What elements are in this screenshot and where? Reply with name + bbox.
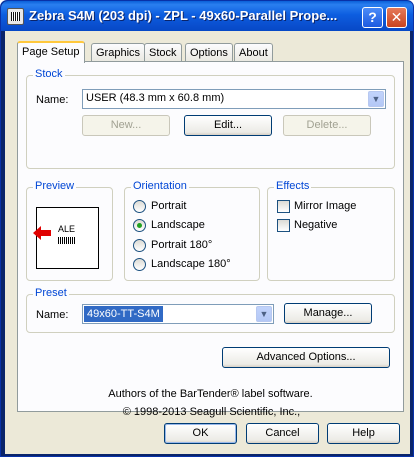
- orientation-group: Orientation Portrait Landscape Portrait …: [124, 180, 260, 281]
- orientation-group-title: Orientation: [131, 180, 189, 192]
- preview-group-title: Preview: [33, 180, 77, 192]
- tab-graphics[interactable]: Graphics: [91, 43, 146, 62]
- tab-page-setup[interactable]: Page Setup: [17, 41, 85, 63]
- stock-group: Stock Name: USER (48.3 mm x 60.8 mm) ▼ N…: [26, 68, 395, 169]
- preview-group: Preview ALE: [26, 180, 113, 281]
- portrait-label[interactable]: Portrait: [151, 200, 186, 212]
- ok-button[interactable]: OK: [164, 423, 237, 444]
- preset-name-select[interactable]: 49x60-TT-S4M ▼: [82, 304, 274, 324]
- effects-group-title: Effects: [274, 180, 312, 192]
- window-title: Zebra S4M (203 dpi) - ZPL - 49x60-Parall…: [29, 8, 338, 23]
- preset-name-label: Name:: [36, 309, 69, 321]
- landscape-label[interactable]: Landscape: [151, 219, 205, 231]
- stock-name-label: Name:: [36, 94, 69, 106]
- feed-direction-arrow-icon: [33, 226, 51, 240]
- dialog-window: Zebra S4M (203 dpi) - ZPL - 49x60-Parall…: [0, 0, 414, 457]
- help-title-button[interactable]: ?: [362, 7, 383, 28]
- mirror-image-label[interactable]: Mirror Image: [294, 200, 356, 212]
- tab-stock[interactable]: Stock: [144, 43, 182, 62]
- edit-stock-button[interactable]: Edit...: [184, 115, 272, 136]
- close-button[interactable]: ✕: [386, 7, 407, 28]
- authors-text: Authors of the BarTender® label software…: [108, 388, 313, 400]
- dialog-client: Page Setup Graphics Stock Options About …: [5, 31, 410, 454]
- preset-name-value: 49x60-TT-S4M: [84, 306, 163, 322]
- delete-stock-button[interactable]: Delete...: [283, 115, 371, 136]
- title-bar[interactable]: Zebra S4M (203 dpi) - ZPL - 49x60-Parall…: [1, 1, 413, 31]
- chevron-down-icon[interactable]: ▼: [256, 306, 272, 322]
- preset-group: Preset Name: 49x60-TT-S4M ▼ Manage...: [26, 287, 395, 333]
- portrait-180-label[interactable]: Portrait 180°: [151, 239, 212, 251]
- portrait-180-radio[interactable]: [133, 239, 146, 252]
- tab-options[interactable]: Options: [185, 43, 233, 62]
- tab-about[interactable]: About: [234, 43, 273, 62]
- landscape-180-label[interactable]: Landscape 180°: [151, 258, 231, 270]
- help-button[interactable]: Help: [327, 423, 400, 444]
- negative-checkbox[interactable]: [277, 219, 290, 232]
- preview-label-text: ALE: [58, 224, 76, 234]
- portrait-radio[interactable]: [133, 200, 146, 213]
- new-stock-button[interactable]: New...: [82, 115, 170, 136]
- stock-group-title: Stock: [33, 68, 65, 80]
- copyright-text: © 1998-2013 Seagull Scientific, Inc.,: [122, 406, 301, 418]
- printer-app-icon: [7, 8, 24, 25]
- landscape-180-radio[interactable]: [133, 258, 146, 271]
- mirror-image-checkbox[interactable]: [277, 200, 290, 213]
- preset-group-title: Preset: [33, 287, 69, 299]
- barcode-icon: [58, 237, 76, 244]
- stock-name-value: USER (48.3 mm x 60.8 mm): [86, 92, 225, 104]
- label-preview: ALE: [33, 207, 99, 269]
- landscape-radio[interactable]: [133, 219, 146, 232]
- advanced-options-button[interactable]: Advanced Options...: [222, 347, 390, 368]
- cancel-button[interactable]: Cancel: [246, 423, 319, 444]
- page-setup-panel: Stock Name: USER (48.3 mm x 60.8 mm) ▼ N…: [17, 61, 404, 418]
- chevron-down-icon[interactable]: ▼: [368, 91, 384, 107]
- manage-preset-button[interactable]: Manage...: [284, 303, 372, 324]
- effects-group: Effects Mirror Image Negative: [267, 180, 395, 281]
- stock-name-select[interactable]: USER (48.3 mm x 60.8 mm) ▼: [82, 89, 386, 109]
- negative-label[interactable]: Negative: [294, 219, 337, 231]
